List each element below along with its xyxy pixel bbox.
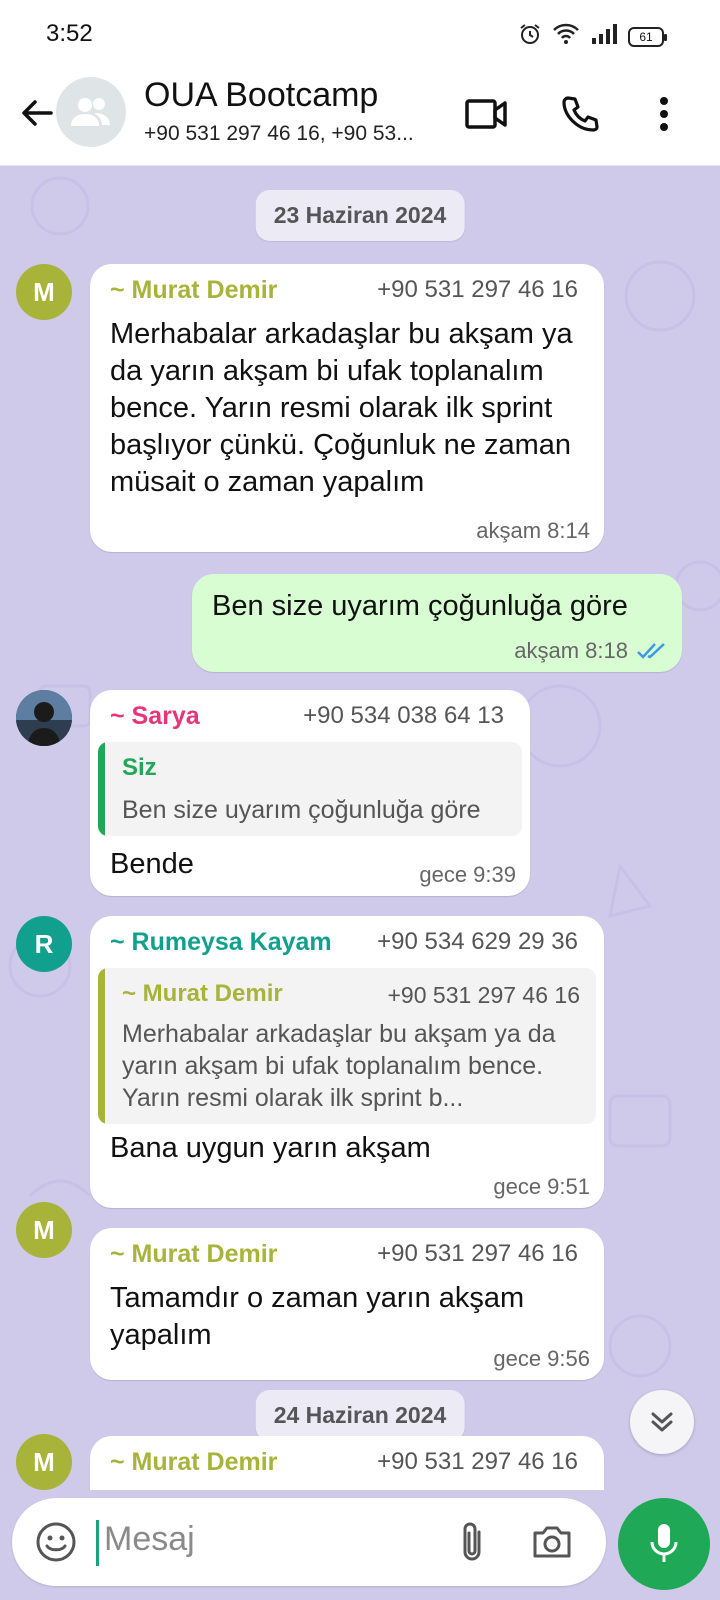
message-time: gece 9:51 — [493, 1174, 590, 1199]
sender-name[interactable]: ~ Sarya — [110, 702, 200, 731]
chat-subtitle[interactable]: +90 531 297 46 16, +90 53... — [144, 122, 444, 146]
message-meta: gece 9:39 — [419, 862, 516, 888]
status-icons: 61 — [518, 22, 667, 51]
message-bubble[interactable]: ~ Murat Demir +90 531 297 46 16 Tamamdır… — [90, 1228, 604, 1380]
signal-icon — [590, 23, 618, 50]
camera-icon — [533, 1526, 571, 1558]
message-time: gece 9:39 — [419, 862, 516, 887]
mic-icon — [650, 1524, 678, 1562]
message-time: akşam 8:18 — [514, 638, 628, 663]
quote-sender: ~ Murat Demir — [122, 980, 283, 1007]
wifi-icon — [552, 23, 580, 50]
text-cursor — [96, 1520, 99, 1566]
avatar[interactable]: M — [16, 264, 72, 320]
message-input-container[interactable]: Mesaj — [12, 1498, 606, 1586]
group-icon — [71, 98, 110, 126]
status-time: 3:52 — [46, 20, 93, 47]
quote-bar — [98, 742, 105, 836]
read-ticks-icon — [637, 643, 665, 659]
quote-bar — [98, 968, 105, 1124]
avatar[interactable]: M — [16, 1434, 72, 1490]
message-text: Bende — [110, 848, 194, 880]
double-chevron-down-icon — [651, 1412, 673, 1432]
message-bubble[interactable]: ~ Rumeysa Kayam +90 534 629 29 36 ~ Mura… — [90, 916, 604, 1208]
sender-phone: +90 531 297 46 16 — [377, 1240, 578, 1267]
emoji-icon — [36, 1522, 76, 1562]
date-separator: 23 Haziran 2024 — [255, 190, 465, 241]
video-call-icon — [465, 99, 507, 129]
camera-button[interactable] — [526, 1516, 578, 1568]
quote-sender: Siz — [122, 754, 157, 781]
quoted-message[interactable]: Siz Ben size uyarım çoğunluğa göre — [98, 742, 522, 836]
voice-call-button[interactable] — [552, 86, 608, 142]
avatar-photo[interactable] — [16, 690, 72, 746]
person-photo-icon — [16, 690, 72, 746]
message-text: Merhabalar arkadaşlar bu akşam ya da yar… — [110, 318, 573, 498]
sender-name[interactable]: ~ Rumeysa Kayam — [110, 928, 332, 957]
quote-phone: +90 531 297 46 16 — [387, 982, 581, 1008]
chat-title[interactable]: OUA Bootcamp — [144, 76, 378, 115]
sender-name[interactable]: ~ Murat Demir — [110, 1448, 277, 1477]
more-vert-icon — [660, 97, 668, 131]
message-bubble[interactable]: ~ Murat Demir +90 531 297 46 16 — [90, 1436, 604, 1490]
sender-phone: +90 531 297 46 16 — [377, 276, 578, 303]
message-meta: gece 9:56 — [493, 1346, 590, 1372]
chat-header: OUA Bootcamp +90 531 297 46 16, +90 53..… — [0, 66, 720, 166]
input-bar: Mesaj — [0, 1490, 720, 1600]
attach-icon — [463, 1522, 481, 1561]
message-meta: gece 9:51 — [493, 1174, 590, 1200]
chat-area[interactable]: 23 Haziran 2024 M ~ Murat Demir +90 531 … — [0, 166, 720, 1490]
avatar[interactable]: M — [16, 1202, 72, 1258]
message-input[interactable]: Mesaj — [104, 1520, 195, 1559]
back-button[interactable] — [14, 90, 60, 136]
outgoing-message-bubble[interactable]: Ben size uyarım çoğunluğa göre akşam 8:1… — [192, 574, 682, 672]
message-bubble[interactable]: ~ Sarya +90 534 038 64 13 Siz Ben size u… — [90, 690, 530, 896]
quoted-message[interactable]: ~ Murat Demir +90 531 297 46 16 Merhabal… — [98, 968, 596, 1124]
phone-call-icon — [562, 96, 599, 132]
sender-name[interactable]: ~ Murat Demir — [110, 1240, 277, 1269]
sender-phone: +90 534 629 29 36 — [377, 928, 578, 955]
message-meta: akşam 8:18 — [514, 638, 668, 664]
battery-icon: 61 — [628, 26, 667, 47]
message-text: Tamamdır o zaman yarın akşam yapalım — [110, 1282, 525, 1351]
message-text: Ben size uyarım çoğunluğa göre — [212, 590, 628, 622]
more-options-button[interactable] — [636, 86, 692, 142]
emoji-button[interactable] — [32, 1518, 80, 1566]
attach-button[interactable] — [446, 1516, 498, 1568]
message-meta: akşam 8:14 — [476, 518, 590, 544]
group-avatar[interactable] — [56, 77, 126, 147]
date-separator: 24 Haziran 2024 — [255, 1390, 465, 1441]
sender-phone: +90 531 297 46 16 — [377, 1448, 578, 1475]
message-text: Bana uygun yarın akşam — [110, 1132, 431, 1164]
message-time: gece 9:56 — [493, 1346, 590, 1371]
quote-text: Ben size uyarım çoğunluğa göre — [122, 796, 481, 824]
message-time: akşam 8:14 — [476, 518, 590, 543]
scroll-to-bottom-button[interactable] — [630, 1390, 694, 1454]
sender-phone: +90 534 038 64 13 — [303, 702, 504, 729]
alarm-icon — [518, 22, 542, 51]
quote-text: Merhabalar arkadaşlar bu akşam ya da yar… — [122, 1020, 556, 1112]
video-call-button[interactable] — [458, 86, 514, 142]
avatar[interactable]: R — [16, 916, 72, 972]
voice-message-button[interactable] — [618, 1498, 710, 1590]
message-bubble[interactable]: ~ Murat Demir +90 531 297 46 16 Merhabal… — [90, 264, 604, 552]
status-bar: 3:52 61 — [0, 0, 720, 66]
back-arrow-icon — [22, 100, 53, 126]
sender-name[interactable]: ~ Murat Demir — [110, 276, 277, 305]
